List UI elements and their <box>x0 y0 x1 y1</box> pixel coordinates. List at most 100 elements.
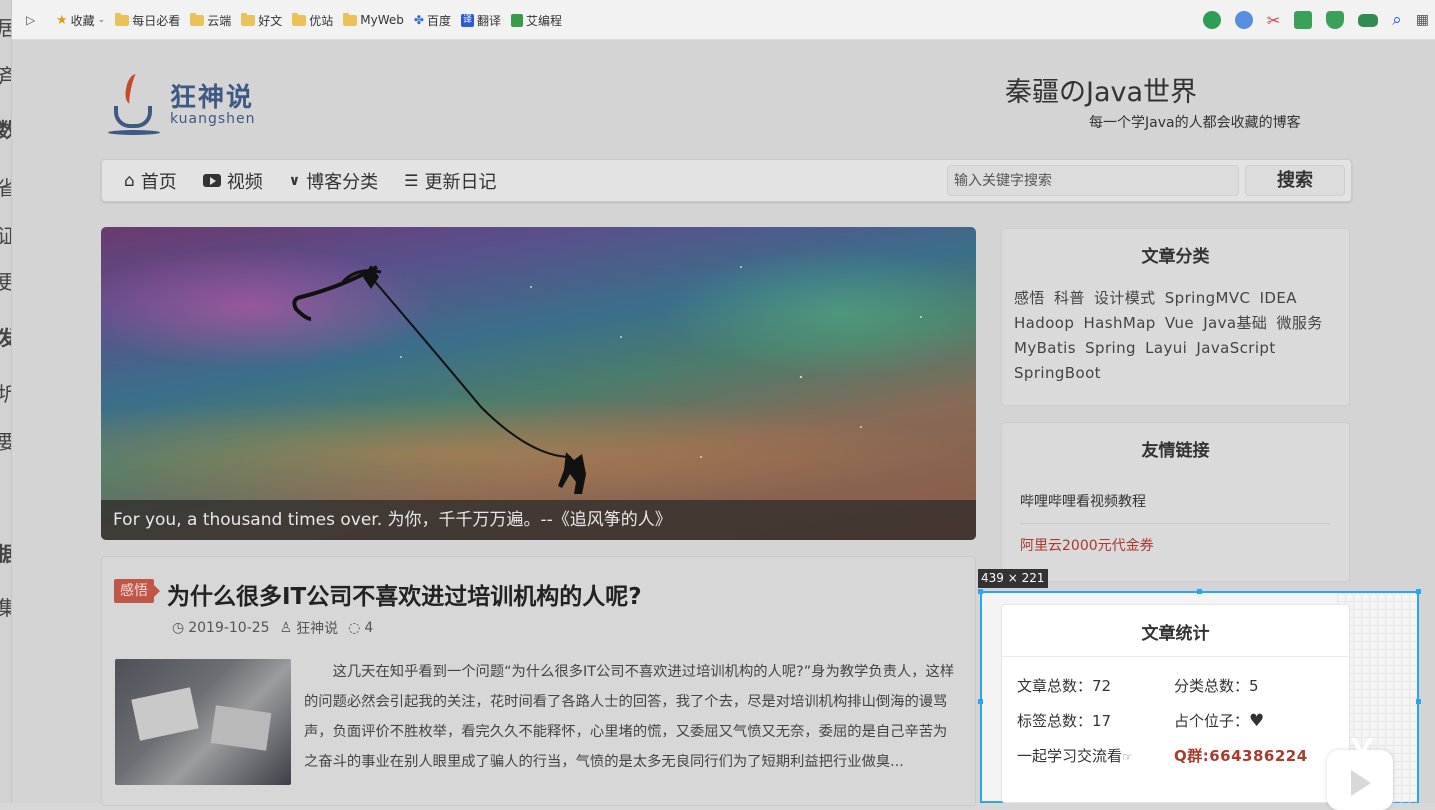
category-link[interactable]: 感悟 <box>1014 289 1045 307</box>
resize-handle[interactable] <box>1197 589 1202 594</box>
category-list: 感悟 科普 设计模式 SpringMVC IDEA Hadoop HashMap… <box>1014 286 1339 386</box>
category-link[interactable]: JavaScript <box>1196 339 1275 357</box>
category-link[interactable]: Vue <box>1165 314 1194 332</box>
scissors-icon[interactable]: ✂ <box>1267 11 1280 30</box>
bookmark-aibiancheng[interactable]: 艾编程 <box>511 12 562 29</box>
bookmark-baidu[interactable]: ✤ 百度 <box>414 12 451 29</box>
logo-text-cn: 狂神说 <box>170 83 255 113</box>
gamepad-icon[interactable] <box>1358 13 1379 27</box>
bookmarks-bar: ▷ ★ 收藏 ⌄ 每日必看 云端 好文 优站 MyWeb ✤ 百度 译 翻译 艾… <box>0 0 1435 40</box>
search-icon[interactable]: ⌕ <box>1392 10 1402 30</box>
bookmark-list: ★ 收藏 ⌄ 每日必看 云端 好文 优站 MyWeb ✤ 百度 译 翻译 艾编程 <box>56 0 562 40</box>
tv-antenna-icon <box>1351 738 1373 752</box>
category-link[interactable]: 设计模式 <box>1094 289 1156 307</box>
category-link[interactable]: 科普 <box>1054 289 1085 307</box>
floating-video-player-button[interactable] <box>1327 738 1393 810</box>
category-link[interactable]: Layui <box>1145 339 1187 357</box>
clock-icon: ◷ <box>172 620 185 636</box>
category-link[interactable]: HashMap <box>1083 314 1155 332</box>
qq-group-number[interactable]: Q群:664386224 <box>1174 747 1308 765</box>
translate-icon: 译 <box>460 13 474 27</box>
friend-links-title: 友情链接 <box>1141 441 1210 461</box>
comment-icon: ◌ <box>348 620 361 636</box>
play-icon <box>1351 770 1371 796</box>
bookmark-folder-daily[interactable]: 每日必看 <box>115 12 180 29</box>
category-link[interactable]: SpringMVC <box>1165 289 1251 307</box>
kite-illustration <box>292 265 922 494</box>
extension-sheet-icon[interactable] <box>1294 11 1313 29</box>
nav-item-changelog[interactable]: ☰ 更新日记 <box>404 168 496 194</box>
bookmark-favorites[interactable]: ★ 收藏 ⌄ <box>56 12 105 29</box>
article-title[interactable]: 为什么很多IT公司不喜欢进过培训机构的人呢? <box>167 577 642 611</box>
hero-banner[interactable]: For you, a thousand times over. 为你，千千万万遍… <box>101 227 976 540</box>
category-link[interactable]: Java基础 <box>1203 314 1267 332</box>
folder-icon <box>241 12 256 26</box>
selection-size-label: 439 × 221 <box>978 569 1048 588</box>
nav-item-categories[interactable]: ∨ 博客分类 <box>289 168 378 194</box>
stats-title: 文章统计 <box>1002 605 1349 657</box>
article-comments[interactable]: 4 <box>364 620 373 636</box>
sidebar-toggle-icon[interactable]: ▷ <box>26 13 35 27</box>
pointing-hand-icon: ☞ <box>1122 750 1133 764</box>
baidu-paw-icon: ✤ <box>413 13 424 27</box>
category-link[interactable]: 微服务 <box>1277 314 1323 332</box>
grid-icon[interactable]: ▦ <box>1416 12 1429 28</box>
extension-green-icon[interactable] <box>1202 11 1221 29</box>
friend-link-aliyun[interactable]: 阿里云2000元代金券 <box>1020 524 1331 568</box>
article-card: 感悟 为什么很多IT公司不喜欢进过培训机构的人呢? ◷ 2019-10-25 ♙ 狂… <box>101 556 976 806</box>
resize-handle[interactable] <box>978 589 983 594</box>
bookmark-folder-articles[interactable]: 好文 <box>241 12 282 29</box>
youtube-icon <box>202 174 221 187</box>
chevron-down-icon: ∨ <box>288 172 301 189</box>
folder-icon <box>292 12 307 26</box>
bookmark-folder-myweb[interactable]: MyWeb <box>343 12 404 27</box>
chevron-down-icon: ⌄ <box>97 15 106 25</box>
banner-caption: For you, a thousand times over. 为你，千千万万遍… <box>101 500 976 540</box>
tag-count: 17 <box>1092 712 1112 730</box>
category-badge[interactable]: 感悟 <box>114 579 160 603</box>
adjacent-window-edge: 居 斉 数 省 证 更 发 圻 要 据 集 <box>0 0 12 803</box>
resize-handle[interactable] <box>1416 589 1421 594</box>
extension-icons: ✂ ⌕ ▦ <box>1202 0 1429 40</box>
bookmark-translate[interactable]: 译 翻译 <box>460 12 501 29</box>
friend-link-bilibili[interactable]: 哔哩哔哩看视频教程 <box>1020 480 1331 524</box>
friend-links-card: 友情链接 哔哩哔哩看视频教程 阿里云2000元代金券 <box>1001 422 1350 582</box>
logo-text-en: kuangshen <box>170 111 256 127</box>
article-meta: ◷ 2019-10-25 ♙ 狂神说 ◌ 4 <box>172 618 373 638</box>
extension-blue-icon[interactable] <box>1234 11 1253 29</box>
categories-card: 文章分类 感悟 科普 设计模式 SpringMVC IDEA Hadoop Ha… <box>1001 228 1350 406</box>
code-icon <box>511 13 523 27</box>
folder-icon <box>115 12 130 26</box>
folder-icon <box>190 12 205 26</box>
list-icon: ☰ <box>404 171 419 190</box>
resize-handle[interactable] <box>1416 699 1421 704</box>
bookmark-folder-cloud[interactable]: 云端 <box>190 12 231 29</box>
heartbeat-icon: ♥ <box>1249 711 1265 731</box>
article-author[interactable]: 狂神说 <box>296 618 338 638</box>
site-logo[interactable]: 狂神说 kuangshen <box>108 72 256 138</box>
bookmark-folder-sites[interactable]: 优站 <box>292 12 333 29</box>
site-subtitle: 每一个学Java的人都会收藏的博客 <box>1089 115 1301 131</box>
nav-item-video[interactable]: 视频 <box>202 168 263 194</box>
category-link[interactable]: SpringBoot <box>1014 364 1101 382</box>
stats-card: 文章统计 文章总数：72 分类总数：5 标签总数：17 占个位子：♥ 一起学习交… <box>1001 604 1350 803</box>
main-nav: ⌂ 首页 视频 ∨ 博客分类 ☰ 更新日记 搜索 <box>101 159 1352 202</box>
folder-icon <box>343 12 358 26</box>
java-cup-icon <box>108 72 164 138</box>
resize-handle[interactable] <box>978 699 983 704</box>
home-icon: ⌂ <box>124 170 135 191</box>
category-link[interactable]: Spring <box>1085 339 1136 357</box>
category-link[interactable]: Hadoop <box>1014 314 1074 332</box>
user-icon: ♙ <box>279 620 293 636</box>
shield-icon[interactable] <box>1326 11 1345 29</box>
category-link[interactable]: IDEA <box>1260 289 1297 307</box>
search-input[interactable] <box>947 165 1239 196</box>
categories-title: 文章分类 <box>1141 247 1210 267</box>
article-excerpt: 这几天在知乎看到一个问题“为什么很多IT公司不喜欢进过培训机构的人呢?”身为教学… <box>304 664 955 770</box>
article-thumbnail[interactable] <box>115 659 291 785</box>
star-icon: ★ <box>56 12 68 28</box>
nav-item-home[interactable]: ⌂ 首页 <box>124 168 177 194</box>
search-button[interactable]: 搜索 <box>1245 165 1345 196</box>
category-link[interactable]: MyBatis <box>1014 339 1076 357</box>
site-title: 秦疆のJava世界 <box>1005 77 1198 108</box>
